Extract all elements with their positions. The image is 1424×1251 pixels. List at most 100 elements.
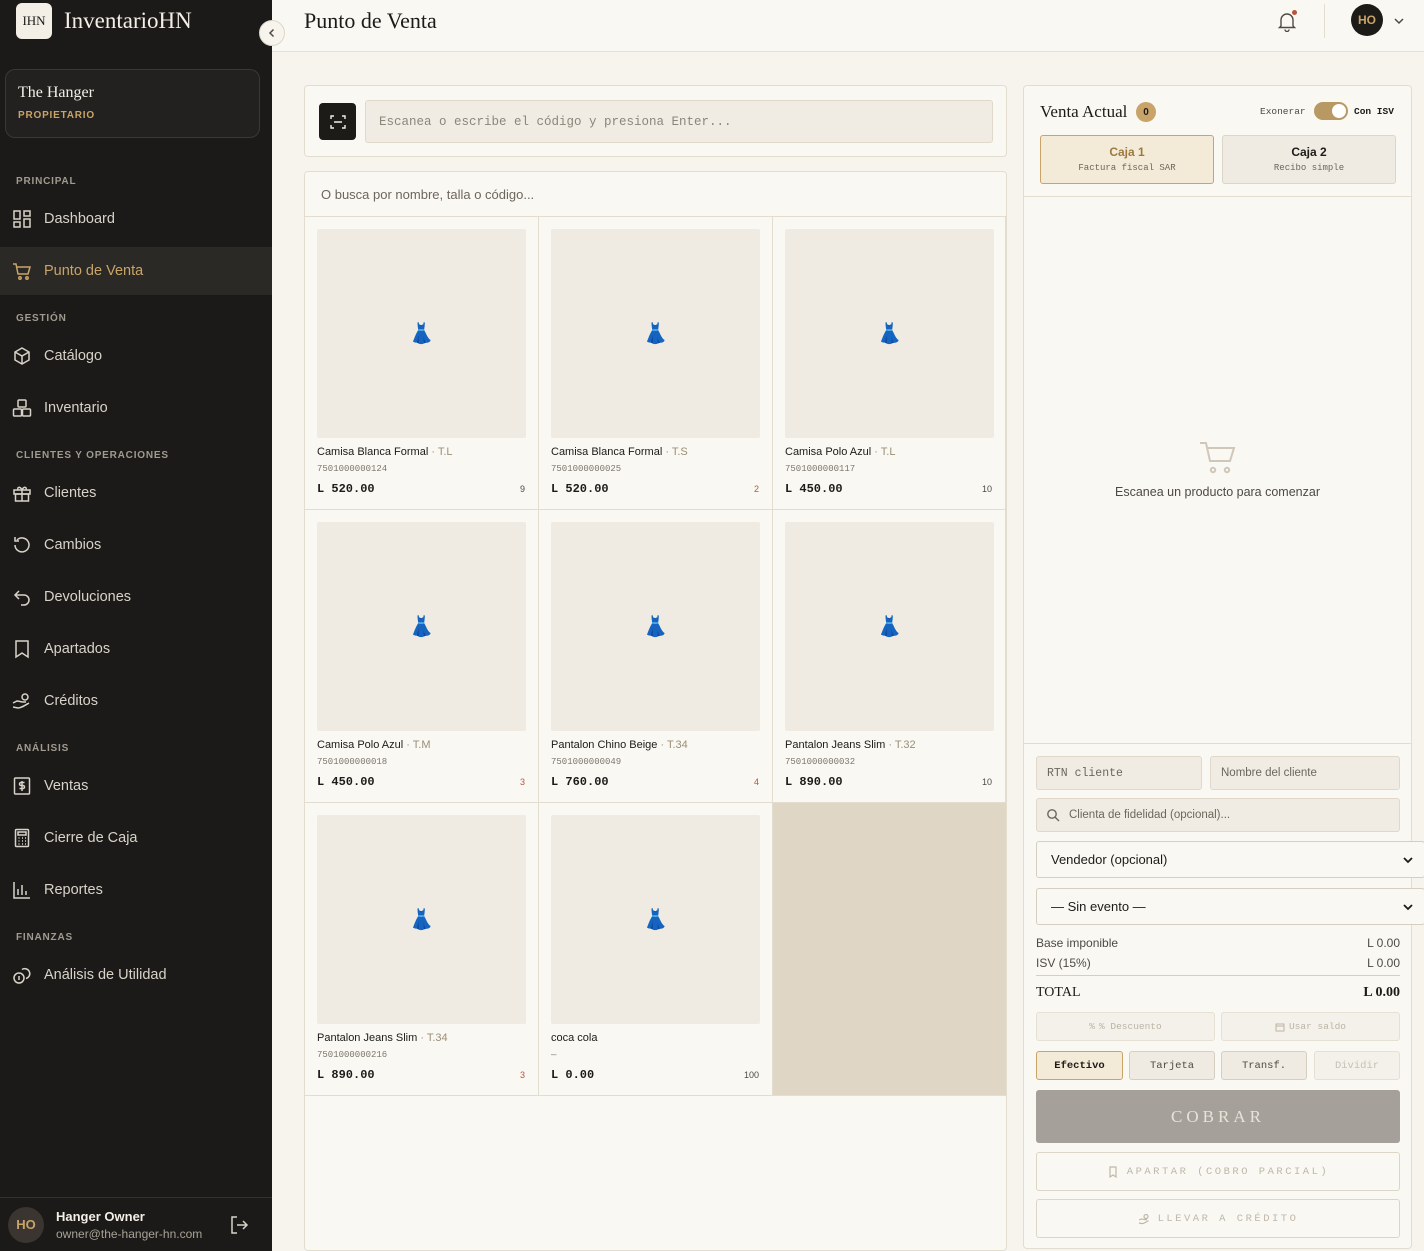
product-size: · T.L (874, 446, 896, 458)
product-thumbnail: 👗 (551, 522, 760, 731)
llevar-credito-button[interactable]: LLEVAR A CRÉDITO (1036, 1199, 1400, 1238)
base-label: Base imponible (1036, 936, 1119, 950)
product-thumbnail: 👗 (317, 229, 526, 438)
barcode-input[interactable] (365, 100, 993, 143)
topbar: Punto de Venta HO (272, 0, 1424, 52)
sidebar-item-cierre-de-caja[interactable]: Cierre de Caja (0, 814, 272, 862)
product-name-line: Camisa Polo Azul · T.L (785, 446, 895, 458)
evento-selected: — Sin evento — (1051, 899, 1146, 914)
sidebar-item-clientes[interactable]: Clientes (0, 469, 272, 517)
sidebar-item-analisis-utilidad[interactable]: Análisis de Utilidad (0, 951, 272, 999)
sidebar-item-apartados[interactable]: Apartados (0, 625, 272, 673)
header-divider (1324, 4, 1325, 38)
product-code: — (551, 1050, 557, 1060)
vendedor-select[interactable]: Vendedor (opcional) (1036, 841, 1424, 878)
exonerar-toggle[interactable] (1314, 102, 1348, 120)
use-balance-button[interactable]: Usar saldo (1221, 1012, 1400, 1041)
product-thumbnail: 👗 (785, 229, 994, 438)
header-avatar[interactable]: HO (1351, 4, 1383, 36)
product-price: L 520.00 (551, 482, 609, 496)
collapse-sidebar-button[interactable] (259, 20, 285, 46)
product-name: Pantalon Jeans Slim (785, 739, 886, 751)
scan-button[interactable] (319, 103, 356, 140)
product-card[interactable]: 👗 Camisa Polo Azul · T.L 7501000000117 L… (773, 217, 1006, 510)
sidebar-item-dashboard[interactable]: Dashboard (0, 195, 272, 243)
product-price: L 890.00 (785, 775, 843, 789)
sidebar: IHN InventarioHN The Hanger PROPIETARIO … (0, 0, 272, 1251)
chevron-down-icon[interactable] (1392, 14, 1406, 28)
product-card[interactable]: 👗 coca cola — L 0.00 100 (539, 803, 773, 1096)
product-size: · T.S (665, 446, 688, 458)
logout-icon[interactable] (228, 1214, 250, 1236)
base-imponible-row: Base imponible L 0.00 (1036, 936, 1400, 950)
sidebar-item-label: Créditos (44, 693, 98, 709)
sidebar-item-reportes[interactable]: Reportes (0, 866, 272, 914)
sidebar-item-label: Apartados (44, 641, 111, 657)
client-name-input[interactable] (1210, 756, 1400, 790)
cobrar-button[interactable]: COBRAR (1036, 1090, 1400, 1143)
product-card[interactable]: 👗 Pantalon Chino Beige · T.34 7501000000… (539, 510, 773, 803)
product-stock: 2 (753, 484, 759, 494)
sidebar-item-cambios[interactable]: Cambios (0, 521, 272, 569)
product-price: L 0.00 (551, 1068, 595, 1082)
product-card[interactable]: 👗 Camisa Polo Azul · T.M 7501000000018 L… (305, 510, 539, 803)
dollar-receipt-icon (13, 777, 31, 795)
product-card[interactable]: 👗 Camisa Blanca Formal · T.S 75010000000… (539, 217, 773, 510)
rotate-icon (14, 537, 30, 553)
product-size: · T.32 (888, 739, 916, 751)
product-stock: 10 (981, 484, 992, 494)
product-name: Camisa Blanca Formal (551, 446, 663, 458)
evento-select[interactable]: — Sin evento — (1036, 888, 1424, 925)
cart-items-area: Escanea un producto para comenzar (1024, 196, 1411, 744)
store-selector[interactable]: The Hanger PROPIETARIO (5, 69, 260, 138)
sidebar-item-creditos[interactable]: Créditos (0, 677, 272, 725)
product-card[interactable]: 👗 Camisa Blanca Formal · T.L 75010000001… (305, 217, 539, 510)
pay-method-efectivo[interactable]: Efectivo (1036, 1051, 1123, 1080)
sidebar-item-label: Cambios (44, 537, 102, 553)
scan-icon (329, 114, 346, 129)
product-stock: 3 (519, 777, 525, 787)
sidebar-item-devoluciones[interactable]: Devoluciones (0, 573, 272, 621)
pay-method-tarjeta[interactable]: Tarjeta (1129, 1051, 1215, 1080)
rtn-input[interactable] (1036, 756, 1202, 790)
pay-method-dividir[interactable]: Dividir (1314, 1051, 1400, 1080)
sidebar-item-inventario[interactable]: Inventario (0, 384, 272, 432)
loyalty-search-input[interactable] (1036, 798, 1400, 832)
sidebar-item-label: Cierre de Caja (44, 830, 138, 846)
sidebar-item-ventas[interactable]: Ventas (0, 762, 272, 810)
product-name-line: Pantalon Chino Beige · T.34 (551, 739, 688, 751)
brand-logo: IHN (16, 3, 52, 39)
product-card[interactable]: 👗 Pantalon Jeans Slim · T.34 75010000002… (305, 803, 539, 1096)
product-code: 7501000000025 (551, 464, 622, 474)
product-name: Camisa Polo Azul (785, 446, 872, 458)
box-icon (14, 347, 30, 365)
discount-button[interactable]: %% Descuento (1036, 1012, 1215, 1041)
page-title: Punto de Venta (304, 8, 437, 33)
product-card[interactable]: 👗 Pantalon Jeans Slim · T.32 75010000000… (773, 510, 1006, 803)
percent-icon: % (1089, 1021, 1095, 1032)
boxes-icon (12, 399, 32, 417)
product-stock: 9 (519, 484, 525, 494)
user-avatar[interactable]: HO (8, 1206, 44, 1243)
credito-label: LLEVAR A CRÉDITO (1157, 1212, 1299, 1225)
vendedor-selected: Vendedor (opcional) (1051, 852, 1168, 867)
sidebar-item-catalogo[interactable]: Catálogo (0, 332, 272, 380)
apartar-button[interactable]: APARTAR (COBRO PARCIAL) (1036, 1152, 1400, 1191)
product-name-line: Pantalon Jeans Slim · T.32 (785, 739, 916, 751)
dress-icon: 👗 (409, 909, 434, 931)
product-name-line: Camisa Blanca Formal · T.S (551, 446, 688, 458)
product-search-input[interactable] (305, 172, 1006, 217)
product-name-line: Pantalon Jeans Slim · T.34 (317, 1032, 448, 1044)
product-code: 7501000000216 (317, 1050, 388, 1060)
product-stock: 3 (519, 1070, 525, 1080)
sidebar-item-punto-de-venta[interactable]: Punto de Venta (0, 247, 272, 295)
scan-panel (304, 85, 1007, 157)
brand[interactable]: IHN InventarioHN (16, 2, 192, 40)
item-count-badge: 0 (1136, 102, 1156, 122)
caja-2-button[interactable]: Caja 2 Recibo simple (1222, 135, 1396, 184)
product-stock: 4 (753, 777, 759, 787)
pay-method-transferencia[interactable]: Transf. (1221, 1051, 1307, 1080)
hand-coins-icon (12, 693, 30, 709)
sidebar-item-label: Catálogo (44, 348, 103, 364)
caja-1-button[interactable]: Caja 1 Factura fiscal SAR (1040, 135, 1214, 184)
